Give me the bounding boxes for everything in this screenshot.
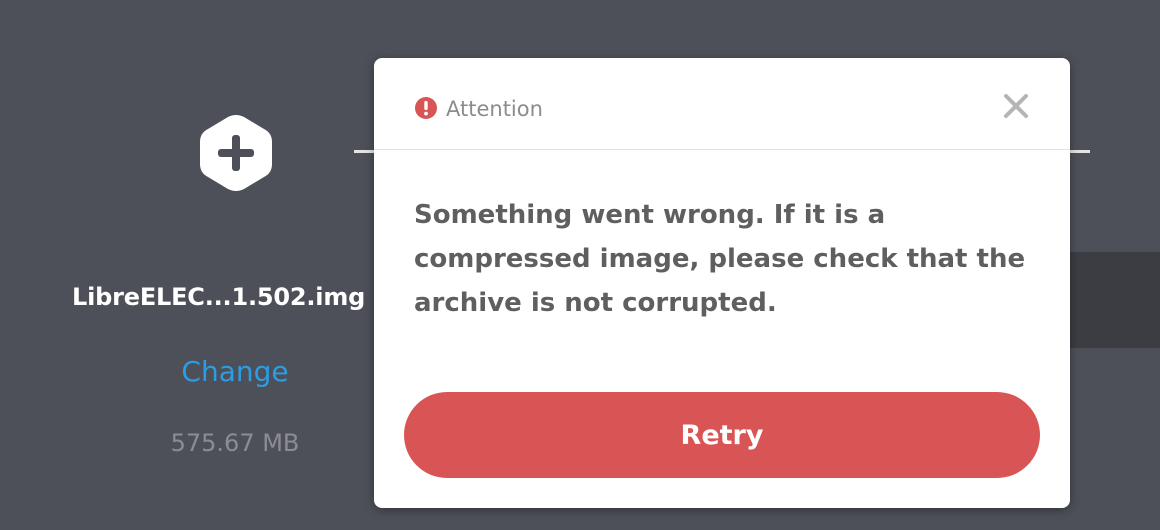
- retry-button[interactable]: Retry: [404, 392, 1040, 478]
- background-panel: [1070, 252, 1160, 348]
- error-message: Something went wrong. If it is a compres…: [414, 200, 1026, 318]
- close-icon: [1004, 94, 1028, 118]
- plus-hexagon-icon: [200, 115, 272, 191]
- image-file-size: 575.67 MB: [170, 429, 300, 457]
- modal-header: Attention: [374, 58, 1070, 150]
- error-modal: Attention Something went wrong. If it is…: [374, 58, 1070, 508]
- select-image-button[interactable]: [198, 113, 274, 193]
- image-file-name: LibreELEC...1.502.img: [72, 283, 366, 311]
- close-button[interactable]: [1000, 90, 1032, 122]
- exclamation-circle-icon: [414, 96, 438, 120]
- modal-title: Attention: [446, 97, 543, 121]
- change-image-link[interactable]: Change: [160, 355, 310, 388]
